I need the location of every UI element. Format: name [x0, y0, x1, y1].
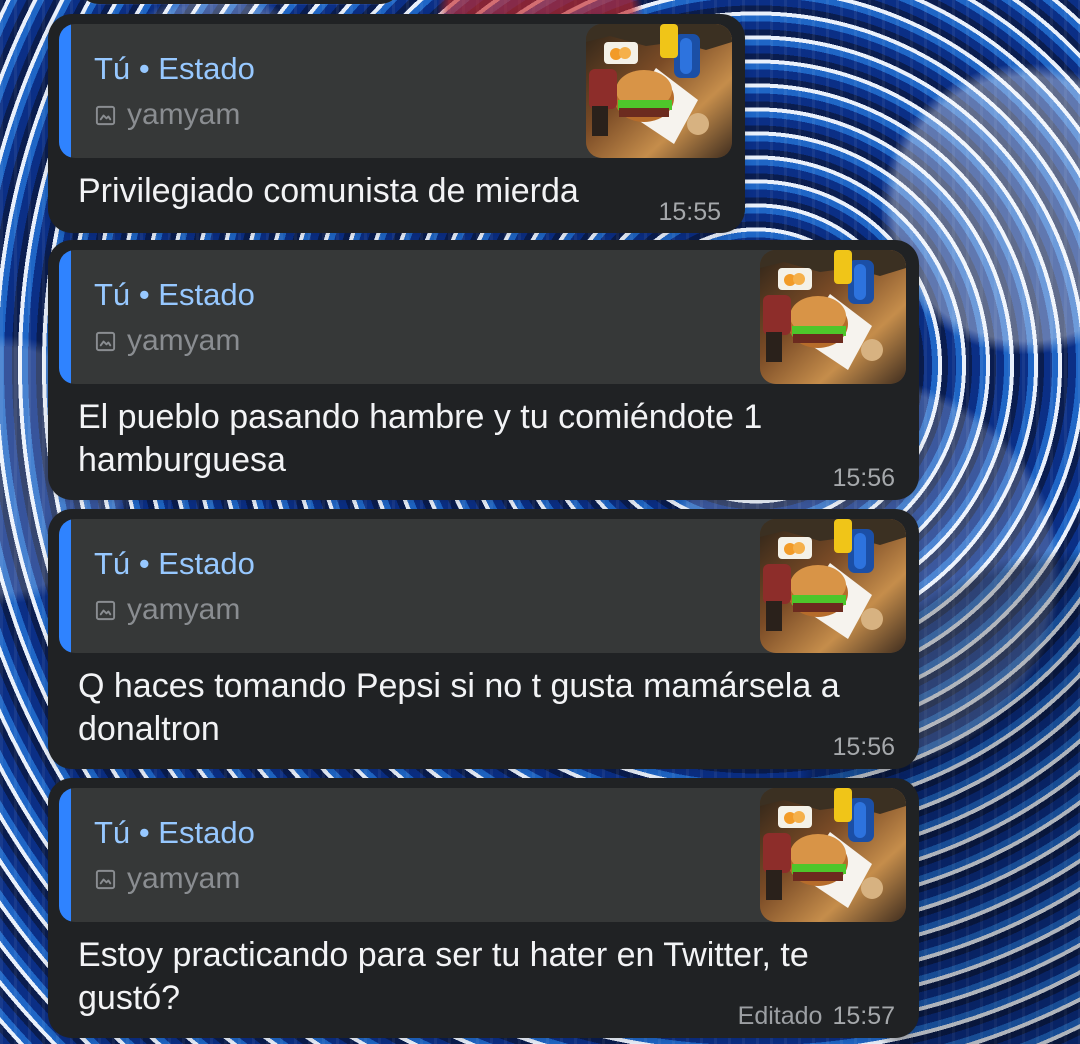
reply-title: Tú • Estado: [94, 815, 255, 851]
edited-label: Editado: [737, 1002, 823, 1030]
reply-context: Estado: [158, 546, 255, 581]
message-bubble[interactable]: Tú • Estado yamyam: [48, 509, 919, 769]
reply-preview[interactable]: Tú • Estado yamyam: [59, 250, 906, 384]
message-text: Estoy practicando para ser tu hater en T…: [78, 936, 809, 1017]
message-meta: 15:56: [822, 733, 895, 761]
burger-photo-thumbnail[interactable]: [760, 250, 906, 384]
reply-preview[interactable]: Tú • Estado yamyam: [59, 24, 732, 158]
burger-photo-thumbnail[interactable]: [760, 519, 906, 653]
message-text: Privilegiado comunista de mierda: [78, 172, 579, 210]
burger-photo: [586, 24, 732, 158]
reply-accent-bar: [59, 250, 71, 384]
reply-context: Estado: [158, 51, 255, 86]
reply-media-label: yamyam: [127, 862, 241, 895]
reply-accent-bar: [59, 519, 71, 653]
burger-photo: [760, 788, 906, 922]
message-meta: 15:56: [822, 464, 895, 492]
reply-sender: Tú: [94, 546, 131, 581]
reply-separator: •: [138, 51, 150, 86]
message-time: 15:56: [832, 733, 895, 761]
reply-media-row: yamyam: [94, 862, 240, 896]
reply-sender: Tú: [94, 277, 131, 312]
burger-photo: [760, 250, 906, 384]
reply-accent-bar: [59, 788, 71, 922]
image-icon: [95, 331, 116, 351]
reply-separator: •: [138, 815, 150, 850]
reply-media-label: yamyam: [127, 324, 241, 357]
message-text: El pueblo pasando hambre y tu comiéndote…: [78, 398, 763, 479]
message-bubble[interactable]: Tú • Estado yamyam: [48, 14, 745, 233]
reply-sender: Tú: [94, 815, 131, 850]
reply-separator: •: [138, 277, 150, 312]
reply-separator: •: [138, 546, 150, 581]
burger-photo-thumbnail[interactable]: [760, 788, 906, 922]
message-meta: Editado 15:57: [738, 1002, 895, 1030]
reply-sender: Tú: [94, 51, 131, 86]
reply-preview[interactable]: Tú • Estado yamyam: [59, 788, 906, 922]
message-meta: 15:55: [648, 198, 721, 226]
image-icon: [95, 105, 116, 125]
reply-context: Estado: [158, 277, 255, 312]
message-bubble[interactable]: Tú • Estado yamyam: [48, 240, 919, 500]
reply-title: Tú • Estado: [94, 51, 255, 87]
reply-media-row: yamyam: [94, 98, 240, 132]
burger-photo-thumbnail[interactable]: [586, 24, 732, 158]
chat-message-list: Tú • Estado yamyam Privilegiado comunist…: [0, 0, 1080, 1044]
reply-context: Estado: [158, 815, 255, 850]
reply-accent-bar: [59, 24, 71, 158]
message-time: 15:57: [832, 1002, 895, 1030]
burger-photo: [760, 519, 906, 653]
reply-media-row: yamyam: [94, 324, 240, 358]
image-icon: [95, 600, 116, 620]
reply-preview[interactable]: Tú • Estado yamyam: [59, 519, 906, 653]
message-time: 15:55: [658, 198, 721, 226]
reply-media-label: yamyam: [127, 593, 241, 626]
reply-title: Tú • Estado: [94, 277, 255, 313]
reply-media-label: yamyam: [127, 98, 241, 131]
reply-media-row: yamyam: [94, 593, 240, 627]
message-bubble[interactable]: Tú • Estado yamyam: [48, 778, 919, 1038]
message-text: Q haces tomando Pepsi si no t gusta mamá…: [78, 667, 840, 748]
message-time: 15:56: [832, 464, 895, 492]
reply-title: Tú • Estado: [94, 546, 255, 582]
image-icon: [95, 869, 116, 889]
